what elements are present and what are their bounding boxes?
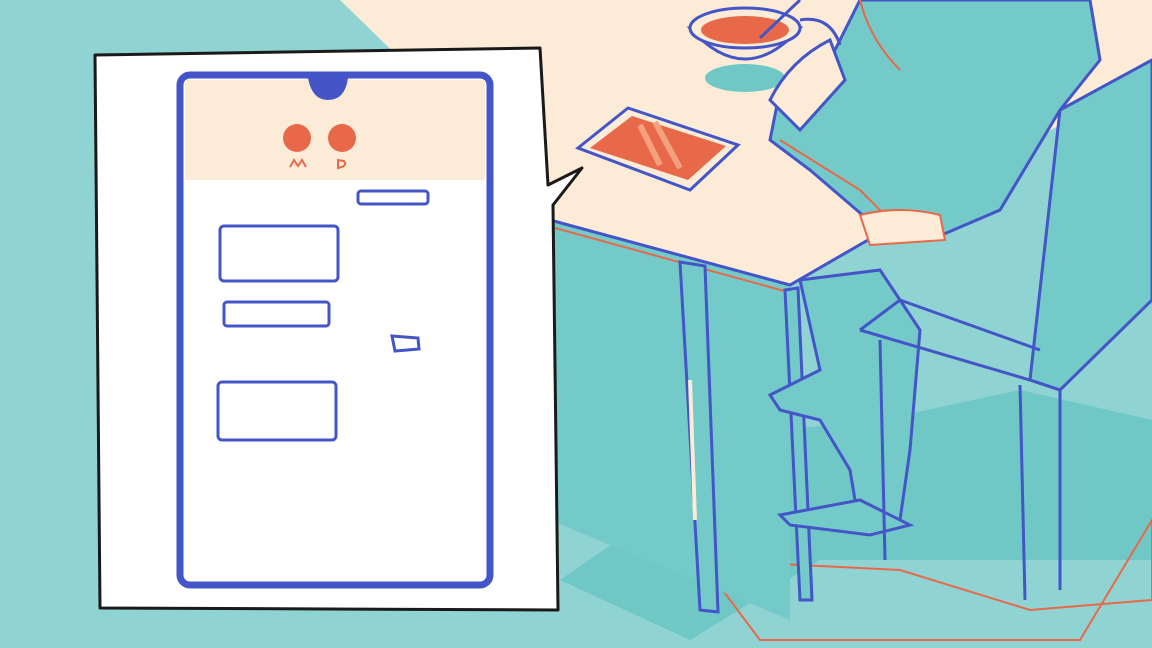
message-bubble: [356, 189, 430, 206]
avatar-left: [283, 124, 311, 152]
avatar-right: [328, 124, 356, 152]
illustration-scene: [0, 0, 1152, 648]
message-bubble: [222, 300, 331, 328]
message-bubble: [390, 334, 421, 353]
message-bubble: [218, 224, 340, 283]
message-bubble: [216, 380, 338, 442]
phone-screen: [176, 71, 494, 589]
